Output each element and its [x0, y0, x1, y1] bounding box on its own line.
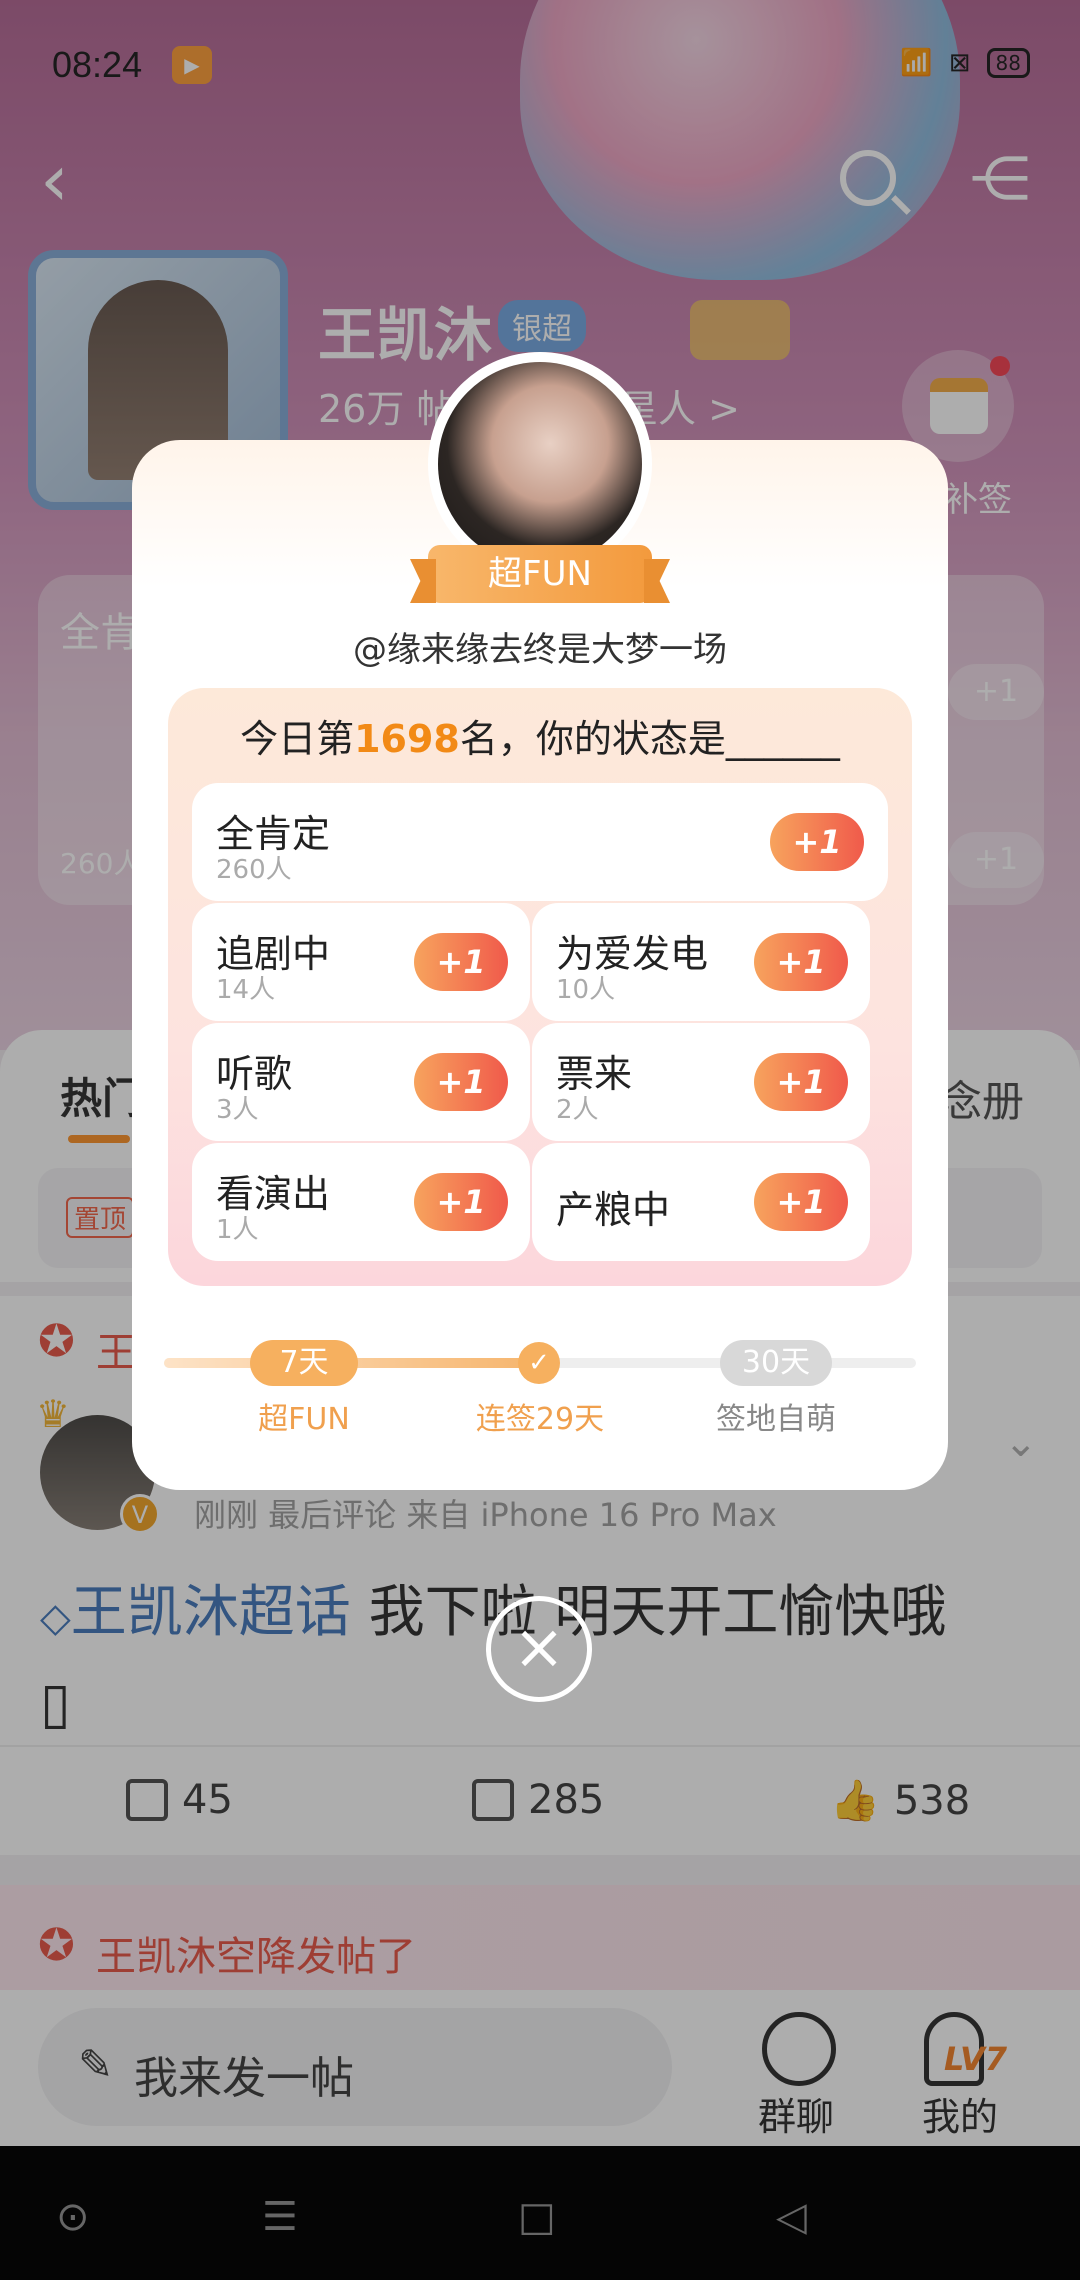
plus-one-button[interactable]: +1: [414, 933, 508, 991]
home-nav-icon[interactable]: □: [518, 2194, 556, 2240]
option-count: 2人: [556, 1095, 599, 1125]
option-name: 产粮中: [556, 1188, 671, 1232]
status-option[interactable]: 看演出 1人 +1: [192, 1143, 530, 1261]
plus-one-button[interactable]: +1: [414, 1053, 508, 1111]
title-prefix: 今日第: [240, 717, 355, 761]
assistant-nav-icon[interactable]: ⊙: [56, 2194, 90, 2240]
plus-one-button[interactable]: +1: [770, 813, 864, 871]
status-option[interactable]: 听歌 3人 +1: [192, 1023, 530, 1141]
option-count: 260人: [216, 855, 292, 885]
option-count: 10人: [556, 975, 616, 1005]
plus-one-button[interactable]: +1: [754, 1053, 848, 1111]
dialog-username: @缘来缘去终是大梦一场: [353, 630, 727, 670]
plus-one-button[interactable]: +1: [754, 933, 848, 991]
option-count: 3人: [216, 1095, 259, 1125]
system-nav-bar: ⊙ ☰ □ ◁: [0, 2146, 1080, 2280]
milestone-7-pill: 7天: [250, 1340, 358, 1386]
milestone-7-label: 超FUN: [258, 1402, 350, 1437]
status-option[interactable]: 追剧中 14人 +1: [192, 903, 530, 1021]
close-button[interactable]: ×: [486, 1596, 592, 1702]
option-count: 14人: [216, 975, 276, 1005]
title-suffix: 名，你的状态是______: [459, 717, 840, 761]
status-option[interactable]: 为爱发电 10人 +1: [532, 903, 870, 1021]
plus-one-button[interactable]: +1: [754, 1173, 848, 1231]
option-count: 1人: [216, 1215, 259, 1245]
close-icon: ×: [513, 1610, 565, 1683]
status-title: 今日第1698名，你的状态是______: [168, 708, 912, 763]
fun-ribbon: 超FUN: [428, 545, 652, 603]
streak-label: 连签29天: [475, 1402, 605, 1437]
check-icon: ✓: [518, 1342, 560, 1384]
status-option[interactable]: 产粮中 +1: [532, 1143, 870, 1261]
back-nav-icon[interactable]: ◁: [776, 2194, 807, 2240]
menu-nav-icon[interactable]: ☰: [262, 2194, 298, 2240]
rank-number: 1698: [354, 717, 460, 761]
milestone-30-pill: 30天: [720, 1340, 832, 1386]
plus-one-button[interactable]: +1: [414, 1173, 508, 1231]
status-option[interactable]: 票来 2人 +1: [532, 1023, 870, 1141]
milestone-30-label: 签地自萌: [716, 1402, 836, 1437]
user-avatar: [438, 362, 642, 566]
status-option[interactable]: 全肯定 260人 +1: [192, 783, 888, 901]
